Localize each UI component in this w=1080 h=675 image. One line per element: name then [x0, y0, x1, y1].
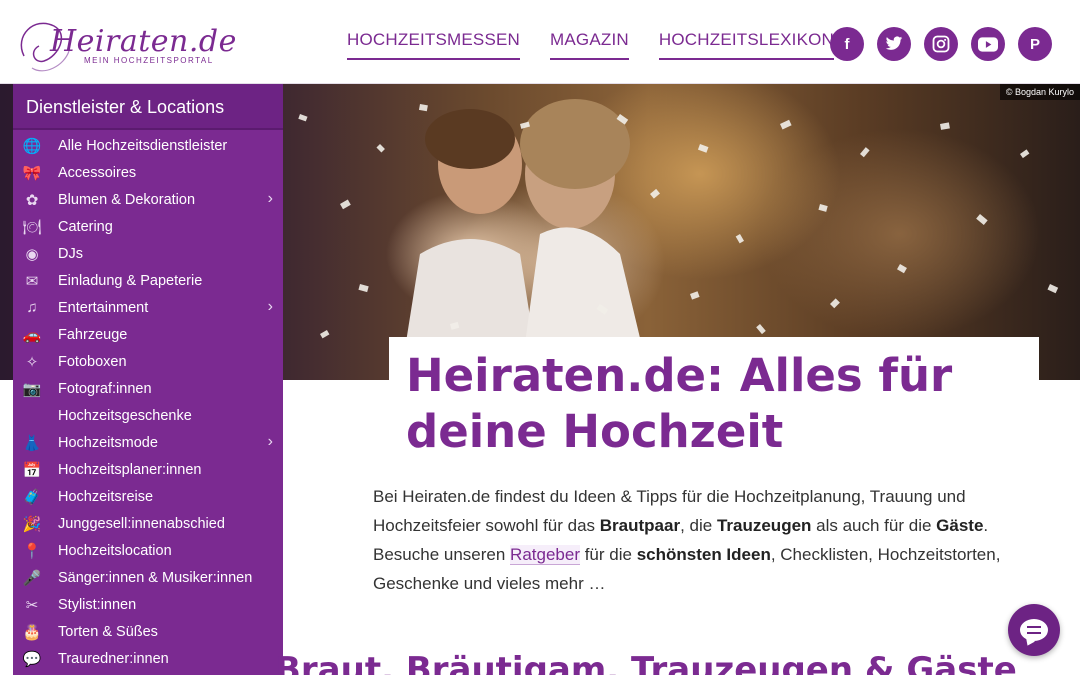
sidebar-item-fahrzeuge[interactable]: 🚗 Fahrzeuge	[13, 321, 283, 348]
sidebar-item-label: Stylist:innen	[58, 596, 137, 613]
sidebar-item-fotoboxen[interactable]: ✧ Fotoboxen	[13, 348, 283, 375]
microphone-icon: 🎤	[22, 569, 42, 587]
intro-bold-brautpaar: Brautpaar	[599, 516, 681, 535]
nav-magazin[interactable]: MAGAZIN	[550, 30, 629, 60]
youtube-icon[interactable]	[971, 27, 1005, 61]
site-logo[interactable]: Heiraten.de MEIN HOCHZEITSPORTAL	[14, 6, 236, 76]
sidebar-item-label: Sänger:innen & Musiker:innen	[58, 569, 253, 586]
sidebar-menu: Dienstleister & Locations 🌐 Alle Hochzeit…	[13, 84, 283, 675]
section-heading: Braut, Bräutigam, Trauzeugen & Gäste	[275, 650, 1017, 675]
envelope-icon: ✉	[25, 272, 39, 290]
nav-hochzeitslexikon[interactable]: HOCHZEITSLEXIKON	[658, 30, 835, 60]
sidebar-item-hochzeitsmode[interactable]: 👗 Hochzeitsmode ›	[13, 429, 283, 456]
globe-icon: 🌐	[22, 137, 42, 155]
dress-icon: 👗	[22, 434, 42, 452]
sidebar-item-torten-suesses[interactable]: 🎂 Torten & Süßes	[13, 618, 283, 645]
sidebar-item-label: Hochzeitslocation	[58, 542, 172, 559]
intro-text: für die	[579, 545, 637, 564]
sidebar-item-fotografinnen[interactable]: 📷 Fotograf:innen	[13, 375, 283, 402]
sidebar-item-saengerinnen-musikerinnen[interactable]: 🎤 Sänger:innen & Musiker:innen	[13, 564, 283, 591]
sidebar-item-label: Blumen & Dekoration	[58, 191, 196, 208]
intro-paragraph: Bei Heiraten.de findest du Ideen & Tipps…	[373, 482, 1013, 598]
intro-bold-ideen: schönsten Ideen	[636, 545, 771, 564]
sidebar-item-label: Hochzeitsreise	[58, 488, 154, 505]
hairdryer-icon: ✂	[25, 596, 39, 614]
sidebar-item-label: Hochzeitsplaner:innen	[58, 461, 202, 478]
chevron-right-icon[interactable]: ›	[268, 190, 273, 208]
sidebar-item-hochzeitsreise[interactable]: 🧳 Hochzeitsreise	[13, 483, 283, 510]
sidebar-list: 🌐 Alle Hochzeitsdienstleister 🎀 Accessoire…	[13, 130, 283, 672]
sidebar-item-label: Torten & Süßes	[58, 623, 158, 640]
sidebar-item-hochzeitsplanerinnen[interactable]: 📅 Hochzeitsplaner:innen	[13, 456, 283, 483]
music-note-icon: ♫	[26, 299, 38, 316]
intro-text: , die	[680, 516, 717, 535]
chevron-right-icon[interactable]: ›	[268, 433, 273, 451]
main-nav: HOCHZEITSMESSEN MAGAZIN HOCHZEITSLEXIKON	[347, 30, 835, 60]
party-icon: 🎉	[22, 515, 42, 533]
accessories-icon: 🎀	[22, 164, 42, 182]
nav-hochzeitsmessen[interactable]: HOCHZEITSMESSEN	[347, 30, 521, 60]
sidebar-item-accessoires[interactable]: 🎀 Accessoires	[13, 159, 283, 186]
speech-icon: 💬	[22, 650, 42, 668]
cake-icon: 🎂	[22, 623, 42, 641]
chat-icon	[1020, 619, 1048, 641]
sidebar-item-stylistinnen[interactable]: ✂ Stylist:innen	[13, 591, 283, 618]
suitcase-icon: 🧳	[22, 488, 42, 506]
intro-bold-trauzeugen: Trauzeugen	[716, 516, 812, 535]
photo-credit: © Bogdan Kurylo	[999, 84, 1080, 100]
sidebar-item-label: Catering	[58, 218, 113, 235]
sidebar-item-label: Accessoires	[58, 164, 137, 181]
sidebar-item-hochzeitslocation[interactable]: 📍 Hochzeitslocation	[13, 537, 283, 564]
car-icon: 🚗	[22, 326, 42, 344]
camera-icon: 📷	[22, 380, 42, 398]
sidebar-item-alle-hochzeitsdienstleister[interactable]: 🌐 Alle Hochzeitsdienstleister	[13, 132, 283, 159]
calendar-icon: 📅	[22, 461, 42, 479]
intro-text: als auch für die	[811, 516, 937, 535]
sidebar-item-label: Entertainment	[58, 299, 149, 316]
intro-bold-gaeste: Gäste	[936, 516, 984, 535]
sidebar-item-traurednerinnen[interactable]: 💬 Trauredner:innen	[13, 645, 283, 672]
sidebar-item-einladung-papeterie[interactable]: ✉ Einladung & Papeterie	[13, 267, 283, 294]
ratgeber-link[interactable]: Ratgeber	[510, 545, 580, 565]
pinterest-icon[interactable]: P	[1018, 27, 1052, 61]
facebook-icon[interactable]: f	[830, 27, 864, 61]
chevron-right-icon[interactable]: ›	[268, 298, 273, 316]
sidebar-item-label: Fotograf:innen	[58, 380, 152, 397]
blank-icon	[19, 405, 45, 427]
vinyl-icon: ◉	[25, 245, 39, 263]
sidebar-item-junggesellinnenabschied[interactable]: 🎉 Junggesell:innenabschied	[13, 510, 283, 537]
sidebar-item-label: Trauredner:innen	[58, 650, 169, 667]
instagram-icon[interactable]	[924, 27, 958, 61]
logo-wordmark: Heiraten.de	[50, 24, 237, 59]
sidebar-item-entertainment[interactable]: ♫ Entertainment ›	[13, 294, 283, 321]
sidebar-item-label: Hochzeitsmode	[58, 434, 158, 451]
sidebar-item-hochzeitsgeschenke[interactable]: Hochzeitsgeschenke	[13, 402, 283, 429]
logo-tagline: MEIN HOCHZEITSPORTAL	[84, 56, 214, 65]
catering-icon: 🍽	[22, 218, 42, 236]
sidebar-item-label: Fotoboxen	[58, 353, 127, 370]
sidebar-title: Dienstleister & Locations	[13, 84, 283, 130]
sidebar-item-blumen-dekoration[interactable]: ✿ Blumen & Dekoration ›	[13, 186, 283, 213]
sidebar-item-label: Alle Hochzeitsdienstleister	[58, 137, 228, 154]
site-header: Heiraten.de MEIN HOCHZEITSPORTAL HOCHZEI…	[0, 0, 1080, 84]
page-title: Heiraten.de: Alles für deine Hochzeit	[406, 349, 953, 458]
sidebar-item-label: DJs	[58, 245, 83, 262]
sidebar-item-label: Einladung & Papeterie	[58, 272, 203, 289]
flash-icon: ✧	[25, 353, 39, 371]
twitter-icon[interactable]	[877, 27, 911, 61]
sidebar-item-label: Junggesell:innenabschied	[58, 515, 225, 532]
flower-icon: ✿	[25, 191, 39, 209]
chat-button[interactable]	[1008, 604, 1060, 656]
location-pin-icon: 📍	[22, 542, 42, 560]
sidebar-item-catering[interactable]: 🍽 Catering	[13, 213, 283, 240]
social-links: f P	[830, 27, 1052, 61]
sidebar-item-label: Hochzeitsgeschenke	[58, 407, 192, 424]
sidebar-item-djs[interactable]: ◉ DJs	[13, 240, 283, 267]
sidebar-item-label: Fahrzeuge	[58, 326, 128, 343]
